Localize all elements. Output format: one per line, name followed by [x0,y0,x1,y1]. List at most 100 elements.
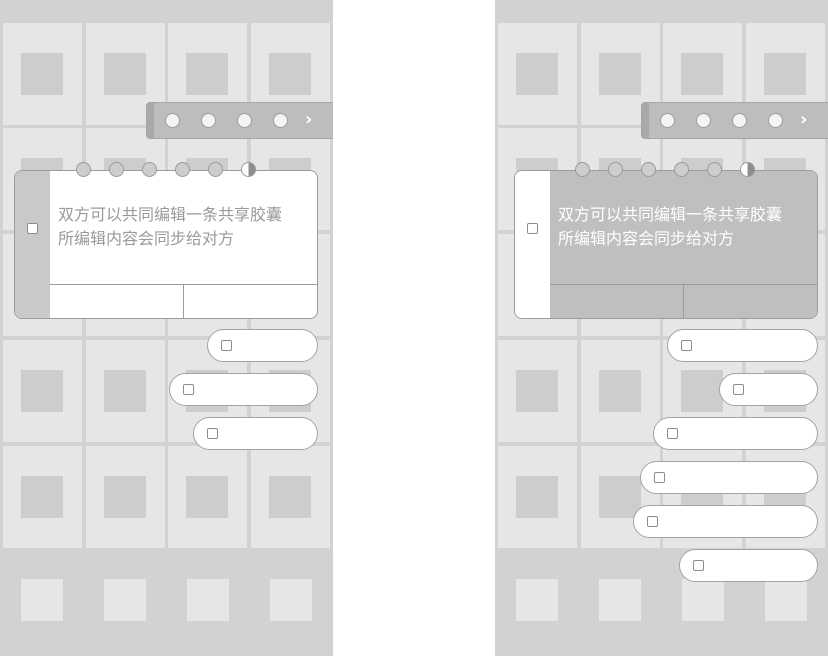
app-tile[interactable] [3,23,82,125]
card-checkbox[interactable] [527,223,538,234]
app-icon [186,476,228,518]
app-tile[interactable] [3,340,82,442]
toolbar-option-button[interactable] [165,113,180,128]
card-text-line: 双方可以共同编辑一条共享胶囊 [558,205,783,224]
option-pill[interactable] [169,373,318,406]
pill-checkbox[interactable] [207,428,218,439]
pill-checkbox[interactable] [221,340,232,351]
dock-app-icon[interactable] [21,579,63,621]
card-side-strip [15,171,50,318]
card-description: 双方可以共同编辑一条共享胶囊 所编辑内容会同步给对方 [558,203,816,251]
dock-app-icon[interactable] [187,579,229,621]
option-pill[interactable] [679,549,818,582]
option-pill[interactable] [640,461,818,494]
app-icon [269,53,311,95]
app-icon [21,370,63,412]
dock [0,548,333,656]
chevron-right-icon[interactable]: › [800,108,807,132]
toolbar-option-button[interactable] [237,113,252,128]
app-icon [681,53,723,95]
binder-ring [641,162,656,177]
card-checkbox[interactable] [27,223,38,234]
toolbar-handle[interactable] [642,103,649,138]
dock-app-icon[interactable] [516,579,558,621]
app-tile[interactable] [3,446,82,548]
app-icon [104,53,146,95]
option-pill[interactable] [667,329,818,362]
app-icon [269,476,311,518]
app-icon [599,370,641,412]
card-text-line: 所编辑内容会同步给对方 [58,229,235,248]
floating-toolbar: › [641,102,828,139]
card-footer-button-left[interactable] [50,285,184,318]
binder-ring [208,162,223,177]
app-tile[interactable] [168,446,247,548]
app-tile[interactable] [498,446,577,548]
app-icon [516,476,558,518]
pill-checkbox[interactable] [733,384,744,395]
dock-app-icon[interactable] [765,579,807,621]
toolbar-option-button[interactable] [732,113,747,128]
toolbar-option-button[interactable] [696,113,711,128]
app-icon [104,476,146,518]
binder-ring [142,162,157,177]
phone-screen-expanded: › 双方可以共同编辑一条共享胶囊 所编辑内容会同步给对方 [495,0,828,656]
phone-screen-default: › 双方可以共同编辑一条共享胶囊 所编辑内容会同步给对方 [0,0,333,656]
card-side-strip [515,171,550,318]
card-footer [550,284,817,318]
binder-ring [707,162,722,177]
shared-capsule-card[interactable]: 双方可以共同编辑一条共享胶囊 所编辑内容会同步给对方 [14,170,318,319]
chevron-right-icon[interactable]: › [305,108,312,132]
card-description: 双方可以共同编辑一条共享胶囊 所编辑内容会同步给对方 [58,203,316,251]
app-tile[interactable] [498,340,577,442]
card-text-line: 所编辑内容会同步给对方 [558,229,735,248]
binder-ring [575,162,590,177]
dock-app-icon[interactable] [599,579,641,621]
app-icon [681,370,723,412]
binder-ring [76,162,91,177]
toolbar-option-button[interactable] [201,113,216,128]
option-pill[interactable] [193,417,318,450]
app-icon [21,53,63,95]
option-pill[interactable] [633,505,818,538]
app-icon [186,53,228,95]
app-tile[interactable] [498,23,577,125]
app-icon [21,476,63,518]
pill-checkbox[interactable] [693,560,704,571]
binder-ring [175,162,190,177]
option-pill[interactable] [653,417,818,450]
dock-app-icon[interactable] [270,579,312,621]
toolbar-handle[interactable] [147,103,154,138]
option-pill[interactable] [719,373,818,406]
toolbar-option-button[interactable] [273,113,288,128]
pill-checkbox[interactable] [654,472,665,483]
app-tile[interactable] [581,340,660,442]
card-text-line: 双方可以共同编辑一条共享胶囊 [58,205,283,224]
app-tile[interactable] [86,340,165,442]
app-icon [764,53,806,95]
dock-app-icon[interactable] [682,579,724,621]
card-footer-button-right[interactable] [684,285,817,318]
app-icon [516,53,558,95]
card-footer-button-left[interactable] [550,285,684,318]
app-tile[interactable] [251,446,330,548]
option-pill[interactable] [207,329,318,362]
pill-checkbox[interactable] [647,516,658,527]
binder-ring-half [740,162,755,177]
binder-ring [608,162,623,177]
app-icon [599,53,641,95]
floating-toolbar: › [146,102,333,139]
card-footer [50,284,317,318]
app-icon [516,370,558,412]
toolbar-option-button[interactable] [768,113,783,128]
shared-capsule-card[interactable]: 双方可以共同编辑一条共享胶囊 所编辑内容会同步给对方 [514,170,818,319]
pill-checkbox[interactable] [667,428,678,439]
toolbar-option-button[interactable] [660,113,675,128]
app-tile[interactable] [86,446,165,548]
pill-checkbox[interactable] [681,340,692,351]
card-footer-button-right[interactable] [184,285,317,318]
binder-ring [674,162,689,177]
app-icon [104,370,146,412]
dock-app-icon[interactable] [104,579,146,621]
pill-checkbox[interactable] [183,384,194,395]
